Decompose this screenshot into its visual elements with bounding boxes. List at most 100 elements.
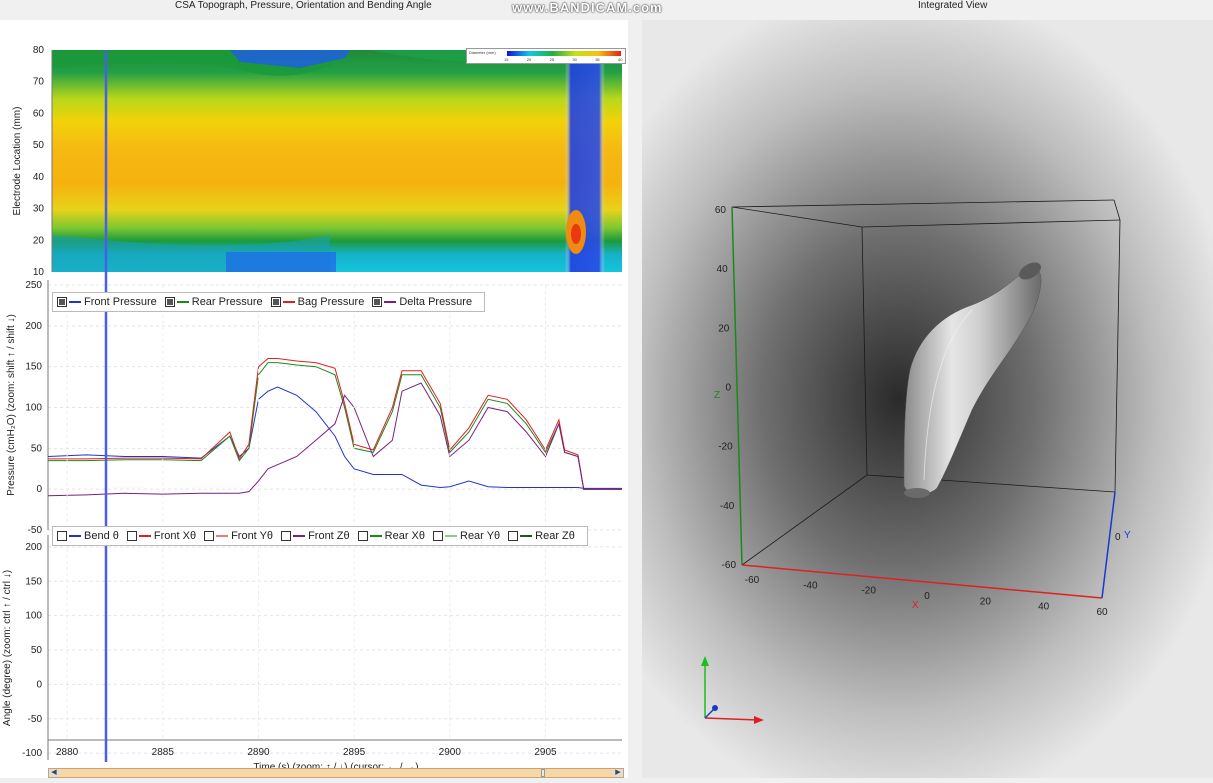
colorbar-tick: 20: [526, 57, 532, 62]
topograph-ylabel: Electrode Location (mm): [12, 107, 23, 216]
colorbar-label: Diameter (mm): [469, 50, 496, 55]
x-tick: 60: [1096, 607, 1108, 618]
legend-checkbox[interactable]: [508, 531, 519, 541]
heatmap-hotspot-core: [571, 224, 581, 244]
legend-swatch: [138, 535, 151, 537]
x-axis-label: X: [912, 600, 919, 611]
colorbar-tick: 35: [595, 57, 600, 62]
angle-ytick: 200: [25, 542, 42, 553]
legend-label: Rear Pressure: [191, 296, 263, 308]
legend-checkbox[interactable]: [372, 297, 383, 307]
legend-checkbox[interactable]: [281, 531, 292, 541]
legend-checkbox[interactable]: [270, 297, 281, 307]
bag-3d-model[interactable]: [903, 259, 1044, 498]
colorbar-tick: 15: [504, 57, 509, 62]
time-ticks: 2880 2885 2890 2895 2900 2905: [56, 285, 557, 758]
legend-label: Front Zθ: [308, 530, 350, 542]
angle-ytick: 0: [36, 679, 42, 690]
3d-canvas[interactable]: 6040200-20-40-60 -60 -40 -20 0 20 40 60 Z X Y …: [642, 20, 1213, 778]
angle-ytick: 50: [31, 645, 43, 656]
scroll-thumb[interactable]: [541, 769, 545, 777]
integrated-3d-view[interactable]: 60 40 20 0 -20 -40 -60 -60 -40 -20 0 20 40 60 Z X Y …: [642, 20, 1213, 778]
legend-swatch: [282, 301, 295, 303]
legend-checkbox[interactable]: [57, 297, 67, 307]
legend-checkbox[interactable]: [126, 531, 137, 541]
colorbar-tick: 40: [618, 57, 623, 62]
angle-grid: [48, 546, 622, 754]
x-tick: 40: [1038, 602, 1050, 613]
time-tick: 2880: [56, 747, 79, 758]
legend-label: Delta Pressure: [399, 296, 473, 308]
scroll-right-button[interactable]: ▶: [613, 769, 623, 777]
legend-checkbox[interactable]: [433, 531, 443, 541]
time-tick: 2900: [439, 747, 462, 758]
legend-item[interactable]: Rear Xθ: [357, 530, 425, 542]
x-tick: 0: [924, 591, 930, 602]
pressure-ytick: 150: [25, 362, 42, 373]
left-pane-title: CSA Topograph, Pressure, Orientation and…: [175, 0, 432, 11]
pressure-ylabel: Pressure (cmH₂O) (zoom: shift ↑ / shift …: [6, 314, 17, 496]
angle-ytick: -50: [28, 714, 43, 725]
y-axis-label: Y: [1124, 530, 1131, 541]
legend-label: Rear Yθ: [460, 530, 501, 542]
legend-item[interactable]: Front Zθ: [281, 530, 350, 542]
pressure-legend: Front Pressure Rear Pressure Bag Pressure D…: [52, 292, 486, 312]
z-tick: -20: [718, 442, 733, 453]
legend-label: Front Yθ: [231, 530, 274, 542]
z-tick: 40: [717, 264, 729, 275]
legend-swatch: [293, 535, 306, 537]
legend-swatch: [69, 301, 81, 303]
legend-swatch: [69, 535, 81, 537]
z-tick: 60: [715, 205, 727, 216]
legend-item[interactable]: Delta Pressure: [372, 296, 472, 308]
bandicam-watermark: www.BANDICAM.com: [512, 0, 663, 15]
topograph-ytick: 60: [33, 108, 45, 119]
x-tick: -20: [861, 586, 876, 597]
legend-checkbox[interactable]: [357, 531, 368, 541]
legend-item[interactable]: Rear Yθ: [433, 530, 500, 542]
legend-item[interactable]: Front Xθ: [126, 530, 197, 542]
time-tick: 2890: [247, 747, 270, 758]
pressure-ytick: 50: [31, 443, 43, 454]
legend-label: Front Xθ: [153, 530, 197, 542]
right-pane-title: Integrated View: [918, 0, 988, 11]
legend-checkbox[interactable]: [204, 531, 215, 541]
angle-ytick: 100: [25, 611, 42, 622]
pressure-chart: 250 200 150 100 50 0 -50: [25, 280, 622, 536]
legend-label: Bend θ: [84, 530, 119, 542]
scroll-left-button[interactable]: ◀: [49, 769, 59, 777]
time-tick: 2885: [152, 747, 175, 758]
z-tick: 20: [718, 323, 730, 334]
legend-swatch: [384, 301, 397, 303]
time-scrollbar[interactable]: ◀ ▶: [48, 768, 624, 778]
pressure-ytick: 100: [25, 403, 42, 414]
legend-checkbox[interactable]: [164, 297, 175, 307]
colorbar-gradient: [507, 51, 621, 56]
series-line-rear-pressure: [48, 362, 622, 490]
legend-item[interactable]: Rear Pressure: [164, 296, 263, 308]
z-axis-label: Z: [714, 390, 720, 401]
x-tick: 20: [980, 596, 992, 607]
pressure-ytick: -50: [28, 525, 43, 536]
legend-label: Front Pressure: [84, 296, 157, 308]
topograph-ytick: 20: [33, 235, 45, 246]
charts-canvas[interactable]: Electrode Location (mm) 80 70 60 50 40 30 20 10…: [0, 20, 628, 778]
legend-item[interactable]: Bend θ: [57, 530, 119, 542]
x-tick: -60: [745, 575, 760, 586]
y-axis-line: [1101, 491, 1116, 599]
angle-ylabel: Angle (degree) (zoom: ctrl ↑ / ctrl ↓): [2, 570, 13, 726]
legend-checkbox[interactable]: [57, 531, 67, 541]
bag-bottom-opening: [904, 488, 930, 498]
pressure-ytick: 250: [25, 280, 42, 291]
legend-swatch: [369, 535, 382, 537]
topograph-ytick: 10: [33, 267, 45, 278]
topograph-ytick: 30: [33, 204, 45, 215]
legend-item[interactable]: Front Yθ: [204, 530, 273, 542]
topograph-ytick: 70: [33, 77, 45, 88]
legend-item[interactable]: Front Pressure: [57, 296, 157, 308]
legend-item[interactable]: Rear Zθ: [508, 530, 575, 542]
charts-pane: Electrode Location (mm) 80 70 60 50 40 30 20 10…: [0, 20, 628, 778]
x-axis-line: [741, 564, 1103, 599]
legend-item[interactable]: Bag Pressure: [270, 296, 364, 308]
angle-ytick: 150: [25, 576, 42, 587]
